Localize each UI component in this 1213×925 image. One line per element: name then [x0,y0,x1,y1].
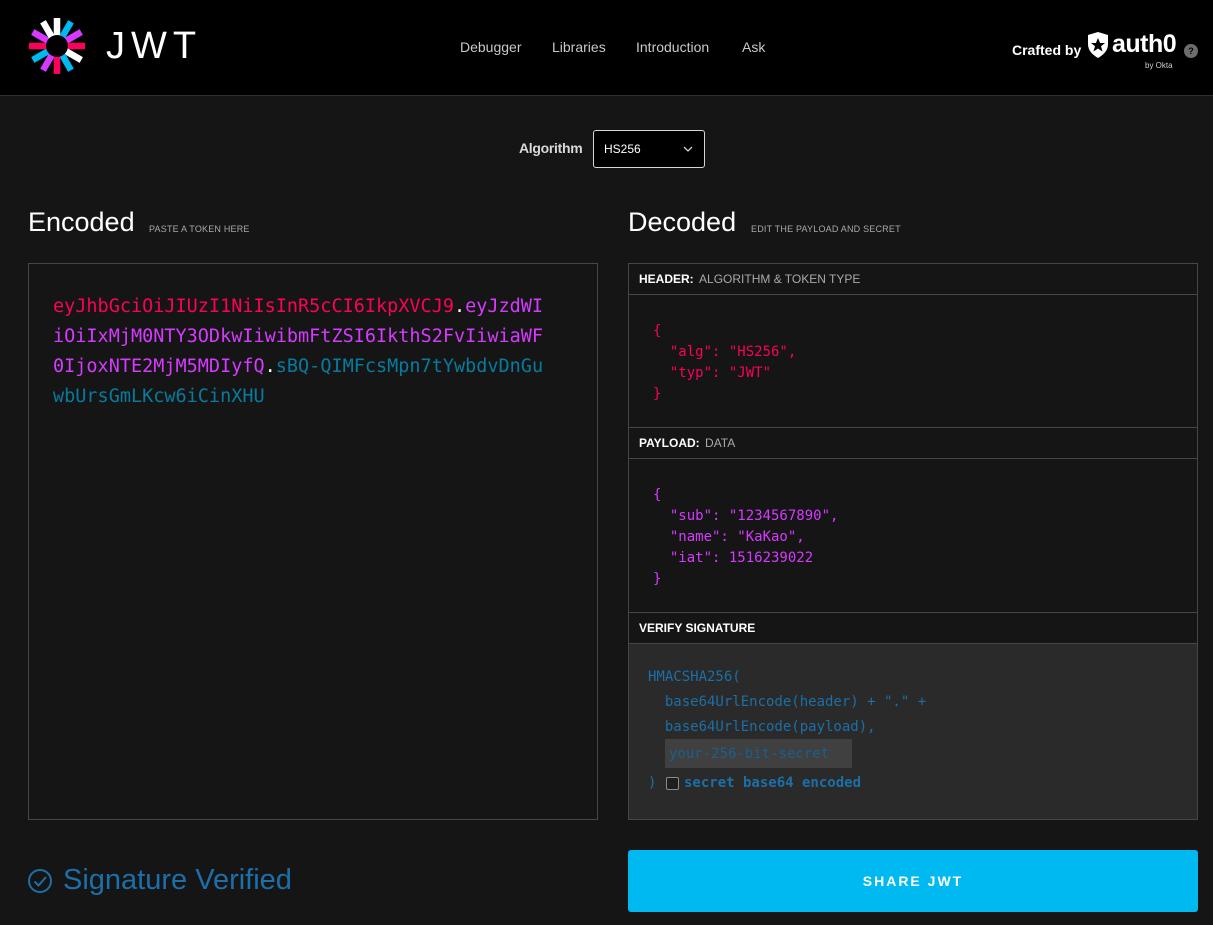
decoded-hint: EDIT THE PAYLOAD AND SECRET [751,224,901,234]
chevron-down-icon [683,146,693,152]
crafted-by-label: Crafted by [1012,42,1082,58]
base64-encoded-checkbox[interactable] [666,777,679,790]
token-dot: . [453,296,466,317]
algorithm-selected-value: HS256 [604,142,641,156]
nav-libraries[interactable]: Libraries [552,38,606,56]
encoded-title: Encoded [28,207,135,237]
algorithm-select[interactable]: HS256 [593,130,705,168]
header-section-label: HEADER: [639,272,694,286]
payload-json-editor[interactable]: { "sub": "1234567890", "name": "KaKao", … [653,485,838,590]
verify-signature-area: HMACSHA256( base64UrlEncode(header) + ".… [629,644,1197,819]
verify-line-header: base64UrlEncode(header) + "." + [648,694,927,710]
verify-line-hmac: HMACSHA256( [648,669,741,685]
by-okta-label: by Okta [1145,61,1173,70]
header-section-title: HEADER: ALGORITHM & TOKEN TYPE [629,264,1197,295]
verify-close-paren: ) [648,775,657,791]
help-icon[interactable]: ? [1184,44,1198,58]
nav-debugger[interactable]: Debugger [460,38,522,56]
verify-section-title: VERIFY SIGNATURE [629,613,1197,644]
nav-ask[interactable]: Ask [742,38,765,56]
encoded-token-text[interactable]: eyJhbGciOiJIUzI1NiIsInR5cCI6IkpXVCJ9.eyJ… [53,292,553,412]
algorithm-label: Algorithm [519,140,583,156]
auth0-wordmark[interactable]: auth0 [1112,30,1177,58]
payload-section-sub: DATA [705,436,736,450]
decoded-title: Decoded [628,207,737,237]
verify-section-label: VERIFY SIGNATURE [639,621,756,635]
encoded-hint: PASTE A TOKEN HERE [149,224,250,234]
check-circle-icon [28,869,52,893]
decoded-panel: HEADER: ALGORITHM & TOKEN TYPE { "alg": … [628,263,1198,820]
signature-status: Signature Verified [63,864,292,896]
secret-input[interactable] [665,739,852,768]
nav-introduction[interactable]: Introduction [636,38,709,56]
payload-section-label: PAYLOAD: [639,436,700,450]
auth0-star-shield-icon[interactable] [1086,32,1110,58]
share-jwt-button[interactable]: SHARE JWT [628,850,1198,912]
verify-line-payload: base64UrlEncode(payload), [648,719,876,735]
base64-encoded-label[interactable]: secret base64 encoded [684,773,861,793]
header-json-editor[interactable]: { "alg": "HS256", "typ": "JWT" } [653,321,796,405]
top-navigation-bar: JWT Debugger Libraries Introduction Ask … [0,0,1213,96]
payload-section-title: PAYLOAD: DATA [629,428,1197,459]
header-section-sub: ALGORITHM & TOKEN TYPE [699,272,861,286]
token-header-part: eyJhbGciOiJIUzI1NiIsInR5cCI6IkpXVCJ9 [53,296,454,317]
token-dot: . [264,356,276,377]
encoded-token-editor[interactable]: eyJhbGciOiJIUzI1NiIsInR5cCI6IkpXVCJ9.eyJ… [28,263,598,820]
